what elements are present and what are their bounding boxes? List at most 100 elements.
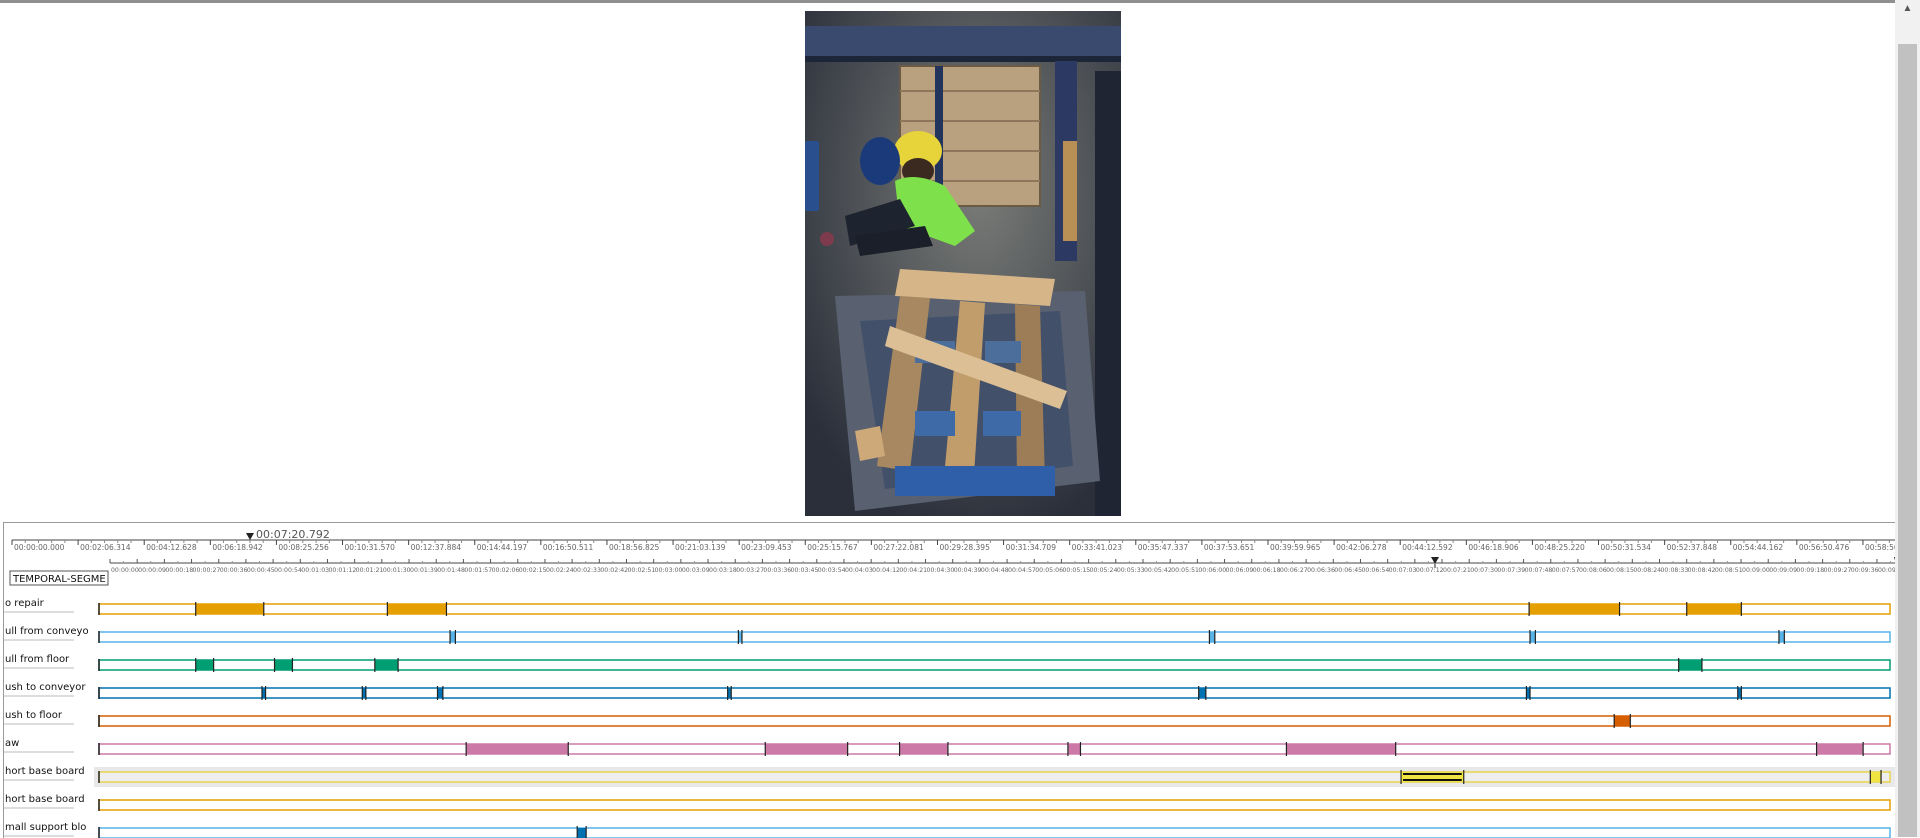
zoom-tick-label: 00:03:45 — [791, 567, 819, 574]
track-label[interactable]: hort base board — [5, 766, 85, 777]
zoom-tick-label: 00:04:39 — [954, 567, 982, 574]
time-ruler-major[interactable]: 00:00:00.000 00:02:06.314 00:04:12.628 00:0… — [11, 539, 1896, 552]
segment[interactable] — [195, 660, 214, 670]
zoom-tick-label: 00:05:15 — [1062, 567, 1090, 574]
zoom-tick-label: 00:03:09 — [682, 567, 710, 574]
zoom-tick-label: 00:05:42 — [1144, 567, 1172, 574]
timeline-canvas[interactable]: 00:00:00.000 00:02:06.314 00:04:12.628 00:0… — [4, 523, 1896, 838]
track-label[interactable]: aw — [5, 738, 19, 749]
segment[interactable] — [450, 632, 456, 642]
zoom-tick-label: 00:01:57 — [464, 567, 492, 574]
track-label[interactable]: ull from conveyo — [5, 626, 89, 637]
scrollbar-thumb[interactable] — [1898, 44, 1917, 837]
segment[interactable] — [899, 744, 948, 754]
zoom-tick-label: 00:09:27 — [1824, 567, 1852, 574]
temporal-segment-button-label: TEMPORAL-SEGME — [12, 574, 106, 585]
track-bar[interactable] — [98, 603, 1891, 615]
segment[interactable] — [1529, 604, 1620, 614]
zoom-tick-label: 00:08:42 — [1688, 567, 1716, 574]
segment[interactable] — [466, 744, 569, 754]
major-tick-label: 00:10:31.570 — [345, 543, 396, 552]
zoom-tick-label: 00:04:12 — [872, 567, 900, 574]
time-ruler-minor[interactable]: 00:00:00 00:00:09 00:00:18 00:00:27 00:00:36… — [109, 559, 1896, 574]
segment[interactable] — [1530, 632, 1536, 642]
track-label[interactable]: ush to floor — [5, 710, 63, 721]
track-label[interactable]: mall support blo — [5, 822, 86, 833]
major-tick-label: 00:52:37.848 — [1667, 543, 1718, 552]
track-bar[interactable] — [98, 799, 1891, 811]
zoom-tick-label: 00:09:45 — [1878, 567, 1896, 574]
zoom-tick-label: 00:06:18 — [1253, 567, 1281, 574]
zoom-tick-label: 00:06:27 — [1280, 567, 1308, 574]
zoom-tick-label: 00:04:03 — [845, 567, 873, 574]
zoom-tick-label: 00:02:51 — [627, 567, 655, 574]
playhead-marker-icon[interactable] — [246, 533, 254, 540]
zoom-tick-label: 00:05:51 — [1171, 567, 1199, 574]
track-label[interactable]: hort base board — [5, 794, 85, 805]
major-tick-label: 00:33:41.023 — [1072, 543, 1123, 552]
segment[interactable] — [374, 660, 399, 670]
zoom-tick-label: 00:07:03 — [1389, 567, 1417, 574]
zoom-tick-label: 00:07:48 — [1525, 567, 1553, 574]
zoom-tick-label: 00:01:03 — [301, 567, 329, 574]
zoom-tick-label: 00:04:57 — [1008, 567, 1036, 574]
zoom-tick-label: 00:03:36 — [763, 567, 791, 574]
track-bar[interactable] — [98, 631, 1891, 643]
segment[interactable] — [1209, 632, 1215, 642]
zoom-tick-label: 00:04:30 — [927, 567, 955, 574]
zoom-tick-label: 00:06:09 — [1226, 567, 1254, 574]
segment[interactable] — [1678, 660, 1702, 670]
segment[interactable] — [274, 660, 293, 670]
segment[interactable] — [1778, 632, 1785, 642]
video-frame[interactable] — [805, 11, 1121, 516]
scroll-up-arrow-icon[interactable]: ▲ — [1895, 2, 1920, 16]
annotation-timeline-panel[interactable]: 00:00:00.000 00:02:06.314 00:04:12.628 00:0… — [3, 522, 1896, 838]
zoom-tick-label: 00:09:18 — [1796, 567, 1824, 574]
track-label[interactable]: ush to conveyor — [5, 682, 86, 693]
segment[interactable] — [195, 604, 264, 614]
segment[interactable] — [1816, 744, 1864, 754]
zoom-tick-label: 00:03:18 — [709, 567, 737, 574]
major-tick-label: 00:46:18.906 — [1468, 543, 1519, 552]
segment[interactable] — [1686, 604, 1742, 614]
segment[interactable] — [765, 744, 848, 754]
zoom-tick-label: 00:06:00 — [1198, 567, 1226, 574]
major-tick-label: 00:42:06.278 — [1336, 543, 1387, 552]
segment[interactable] — [387, 604, 447, 614]
zoom-tick-label: 00:05:24 — [1090, 567, 1118, 574]
major-tick-label: 00:16:50.511 — [543, 543, 594, 552]
zoom-tick-label: 00:02:15 — [519, 567, 547, 574]
zoom-tick-label: 00:02:24 — [546, 567, 574, 574]
zoom-tick-label: 00:09:09 — [1769, 567, 1797, 574]
annotation-tracks[interactable]: TEMPORAL-SEGME o repair ull from conveyo ul… — [4, 570, 1896, 838]
zoom-tick-label: 00:00:09 — [138, 567, 166, 574]
zoom-tick-label: 00:00:27 — [193, 567, 221, 574]
segment[interactable] — [1870, 772, 1882, 782]
major-tick-label: 00:58:56.790 — [1865, 543, 1896, 552]
zoom-tick-label: 00:01:21 — [356, 567, 384, 574]
segment[interactable] — [1067, 744, 1081, 754]
track-label[interactable]: o repair — [5, 598, 45, 609]
major-tick-label: 00:35:47.337 — [1138, 543, 1189, 552]
zoom-tick-label: 00:04:21 — [899, 567, 927, 574]
warehouse-camera-image — [805, 11, 1121, 516]
track-bar[interactable] — [98, 687, 1891, 699]
track-label[interactable]: ull from floor — [5, 654, 70, 665]
zoom-tick-label: 00:08:51 — [1715, 567, 1743, 574]
zoom-tick-label: 00:08:24 — [1633, 567, 1661, 574]
track-bar[interactable] — [98, 771, 1891, 783]
zoom-tick-label: 00:07:12 — [1416, 567, 1444, 574]
segment[interactable] — [1286, 744, 1396, 754]
major-tick-label: 00:06:18.942 — [212, 543, 263, 552]
major-tick-label: 00:54:44.162 — [1733, 543, 1784, 552]
track-bar[interactable] — [98, 659, 1891, 671]
major-tick-label: 00:18:56.825 — [609, 543, 660, 552]
segment[interactable] — [437, 688, 443, 698]
segment[interactable] — [1198, 688, 1206, 698]
major-tick-label: 00:25:15.767 — [807, 543, 858, 552]
track-bar[interactable] — [98, 743, 1891, 755]
major-tick-label: 00:31:34.709 — [1006, 543, 1057, 552]
major-tick-label: 00:00:00.000 — [14, 543, 65, 552]
major-tick-label: 00:27:22.081 — [873, 543, 924, 552]
segment[interactable] — [1614, 716, 1631, 726]
